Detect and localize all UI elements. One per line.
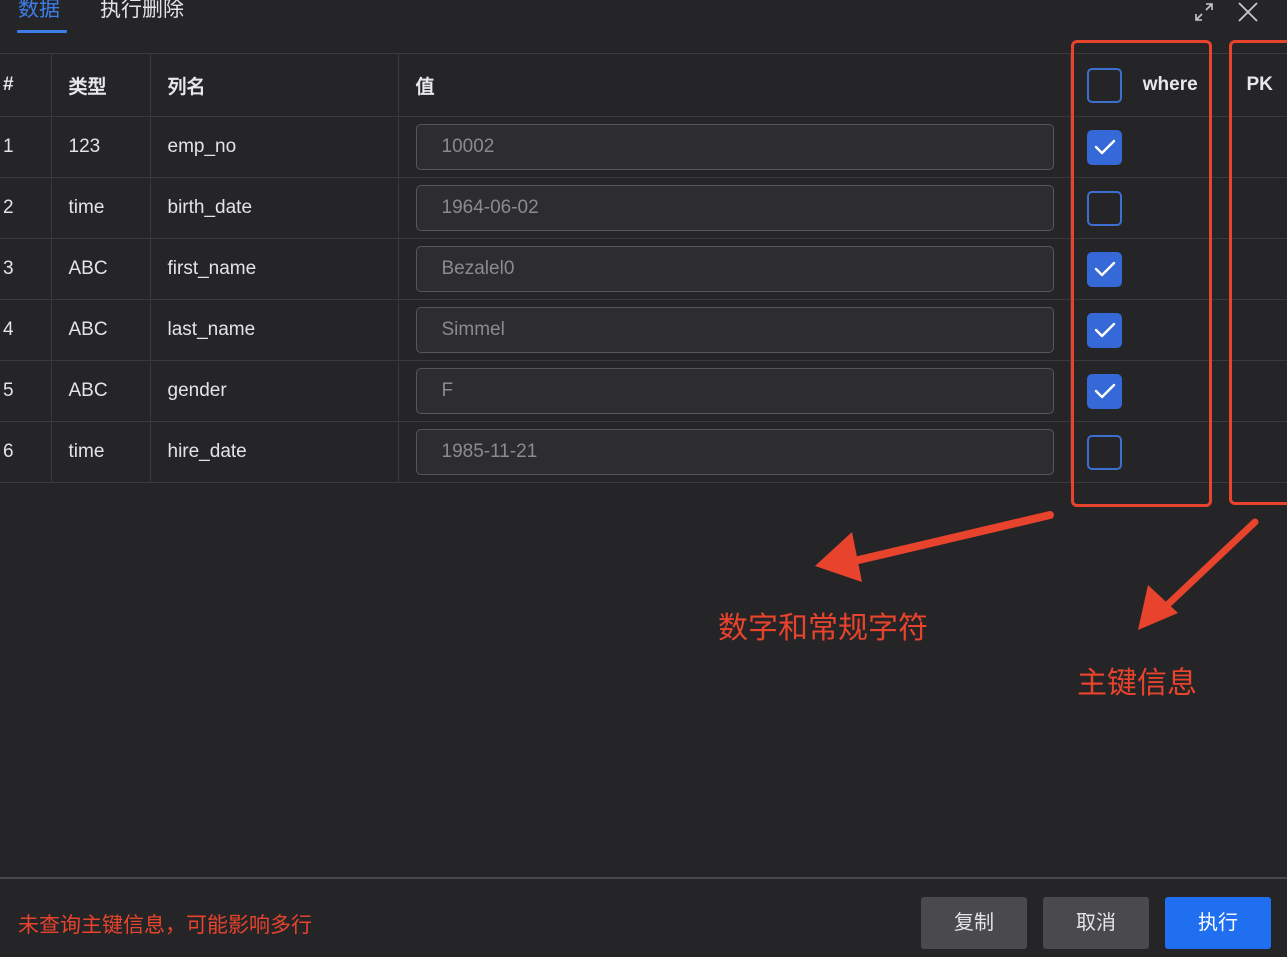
execute-button[interactable]: 执行 [1165,897,1271,949]
pk-annotation-text: 主键信息 [1077,667,1197,700]
cancel-button[interactable]: 取消 [1043,897,1149,949]
arrow-to-where-note [815,511,1054,582]
annotation-arrows [815,511,1259,630]
arrow-to-pk-note [1138,518,1259,630]
copy-button[interactable]: 复制 [921,897,1027,949]
warning-message: 未查询主键信息，可能影响多行 [18,914,312,937]
where-annotation-text: 数字和常规字符 [718,612,928,645]
dialog-footer: 未查询主键信息，可能影响多行 复制 取消 执行 [0,877,1287,957]
